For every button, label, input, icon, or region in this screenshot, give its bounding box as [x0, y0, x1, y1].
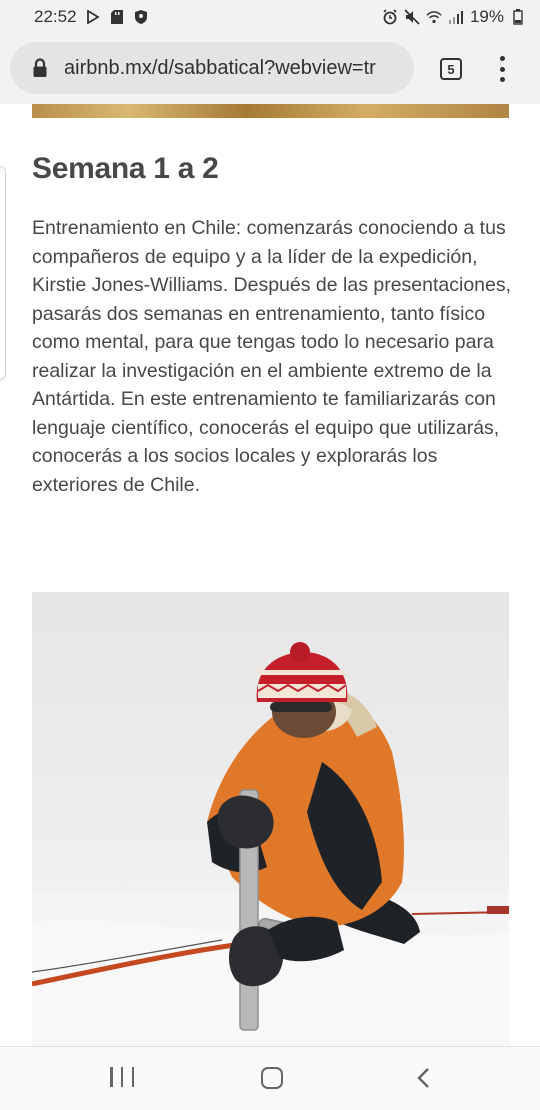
- system-nav-bar: [0, 1046, 540, 1110]
- url-text: airbnb.mx/d/sabbatical?webview=tr: [64, 56, 376, 79]
- status-right: 19%: [382, 7, 526, 27]
- section-heading: Semana 1 a 2: [32, 152, 219, 185]
- header-image-edge: [32, 104, 509, 118]
- tabs-icon[interactable]: 5: [440, 58, 462, 80]
- status-bar: 22:52 19%: [0, 0, 540, 34]
- address-bar[interactable]: airbnb.mx/d/sabbatical?webview=tr: [10, 42, 414, 94]
- battery-icon: [510, 9, 526, 25]
- tab-count: 5: [447, 61, 455, 77]
- photo-illustration: [32, 642, 509, 1046]
- home-icon[interactable]: [261, 1067, 283, 1089]
- menu-icon[interactable]: [494, 54, 510, 84]
- shield-icon: [133, 9, 149, 25]
- play-store-icon: [85, 9, 101, 25]
- wifi-icon: [426, 9, 442, 25]
- battery-percent: 19%: [469, 7, 504, 26]
- browser-toolbar: airbnb.mx/d/sabbatical?webview=tr 5: [0, 34, 540, 104]
- alarm-icon: [382, 9, 398, 25]
- status-time: 22:52: [34, 7, 77, 26]
- status-left: 22:52: [34, 7, 149, 27]
- section-paragraph: Entrenamiento en Chile: comenzarás conoc…: [32, 217, 512, 496]
- lock-icon: [32, 58, 48, 78]
- side-drawer-handle[interactable]: [0, 166, 6, 380]
- recents-icon[interactable]: [110, 1067, 134, 1089]
- expedition-photo: [32, 592, 509, 1046]
- mute-icon: [404, 9, 420, 25]
- back-icon[interactable]: [414, 1067, 434, 1089]
- signal-icon: [448, 9, 464, 25]
- page-content: Semana 1 a 2 Entrenamiento en Chile: com…: [0, 104, 540, 1046]
- sd-card-icon: [109, 9, 125, 25]
